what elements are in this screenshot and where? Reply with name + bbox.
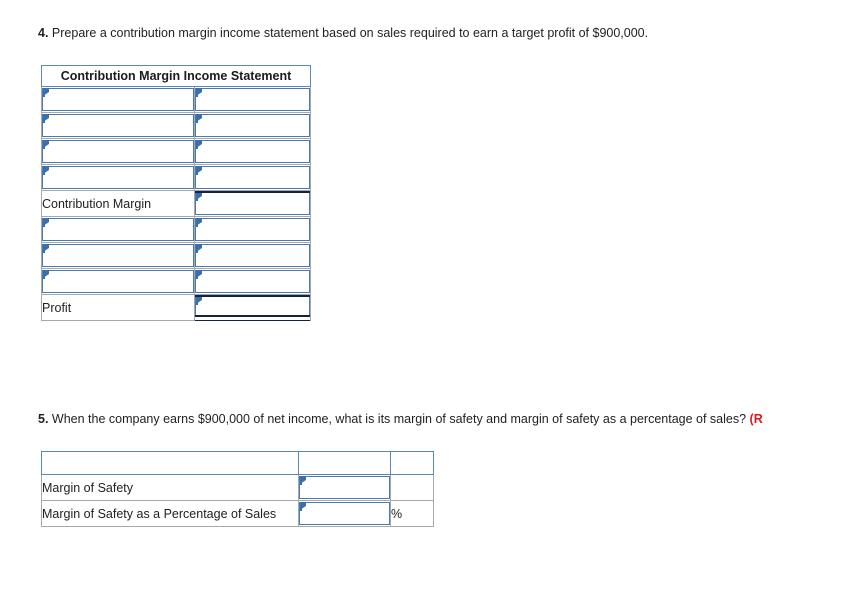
account-label-input-4[interactable] <box>42 166 194 189</box>
account-label-input-3[interactable] <box>42 140 194 163</box>
question-5-number: 5. <box>38 412 49 426</box>
contribution-margin-income-statement-table: Contribution Margin Income Statement Con… <box>41 65 311 322</box>
margin-of-safety-percent-input[interactable] <box>299 502 390 525</box>
table-header-row <box>41 451 434 475</box>
header-cell-value <box>298 451 391 475</box>
amount-cell-8[interactable] <box>194 268 311 295</box>
table-row-margin-of-safety: Margin of Safety <box>41 474 434 501</box>
table-row <box>41 216 311 243</box>
amount-input-8[interactable] <box>195 270 310 293</box>
table-row <box>41 164 311 191</box>
profit-amount-input[interactable] <box>195 296 310 319</box>
question-4-number: 4. <box>38 26 49 40</box>
table-row <box>41 268 311 295</box>
contribution-margin-label: Contribution Margin <box>41 190 195 217</box>
header-cell-unit <box>390 451 434 475</box>
account-label-input-6[interactable] <box>42 218 194 241</box>
account-label-input-8[interactable] <box>42 270 194 293</box>
profit-label: Profit <box>41 294 195 321</box>
table-row-profit: Profit <box>41 294 311 322</box>
amount-cell-1[interactable] <box>194 86 311 113</box>
amount-input-7[interactable] <box>195 244 310 267</box>
account-label-input-1[interactable] <box>42 88 194 111</box>
account-label-cell-7[interactable] <box>41 242 195 269</box>
table-title: Contribution Margin Income Statement <box>41 65 311 87</box>
question-5-text: When the company earns $900,000 of net i… <box>48 412 750 426</box>
account-label-cell-1[interactable] <box>41 86 195 113</box>
percent-sign-label: % <box>390 500 434 527</box>
margin-of-safety-label: Margin of Safety <box>41 474 299 501</box>
table-row <box>41 138 311 165</box>
amount-input-4[interactable] <box>195 166 310 189</box>
contribution-margin-amount-cell[interactable] <box>194 190 311 217</box>
amount-cell-4[interactable] <box>194 164 311 191</box>
table-row-margin-of-safety-percent: Margin of Safety as a Percentage of Sale… <box>41 500 434 527</box>
profit-amount-cell[interactable] <box>194 294 311 322</box>
question-4-prompt: 4. Prepare a contribution margin income … <box>38 25 648 41</box>
question-5-prompt: 5. When the company earns $900,000 of ne… <box>38 411 763 427</box>
account-label-cell-4[interactable] <box>41 164 195 191</box>
question-4-text: Prepare a contribution margin income sta… <box>48 26 649 40</box>
amount-cell-7[interactable] <box>194 242 311 269</box>
amount-cell-2[interactable] <box>194 112 311 139</box>
margin-of-safety-value-cell[interactable] <box>298 474 391 501</box>
amount-input-2[interactable] <box>195 114 310 137</box>
table-header-row: Contribution Margin Income Statement <box>41 65 311 87</box>
margin-of-safety-percent-label: Margin of Safety as a Percentage of Sale… <box>41 500 299 527</box>
amount-input-3[interactable] <box>195 140 310 163</box>
account-label-cell-2[interactable] <box>41 112 195 139</box>
header-cell-label <box>41 451 299 475</box>
question-5-required-note: (R <box>749 412 763 426</box>
margin-of-safety-table: Margin of Safety Margin of Safety as a P… <box>41 451 434 527</box>
account-label-input-7[interactable] <box>42 244 194 267</box>
table-row-contribution-margin: Contribution Margin <box>41 190 311 217</box>
amount-input-1[interactable] <box>195 88 310 111</box>
account-label-cell-3[interactable] <box>41 138 195 165</box>
account-label-cell-8[interactable] <box>41 268 195 295</box>
amount-cell-3[interactable] <box>194 138 311 165</box>
margin-of-safety-percent-value-cell[interactable] <box>298 500 391 527</box>
contribution-margin-amount-input[interactable] <box>195 192 310 215</box>
account-label-cell-6[interactable] <box>41 216 195 243</box>
amount-input-6[interactable] <box>195 218 310 241</box>
margin-of-safety-input[interactable] <box>299 476 390 499</box>
account-label-input-2[interactable] <box>42 114 194 137</box>
margin-of-safety-unit <box>390 474 434 501</box>
table-row <box>41 112 311 139</box>
table-row <box>41 86 311 113</box>
amount-cell-6[interactable] <box>194 216 311 243</box>
table-row <box>41 242 311 269</box>
